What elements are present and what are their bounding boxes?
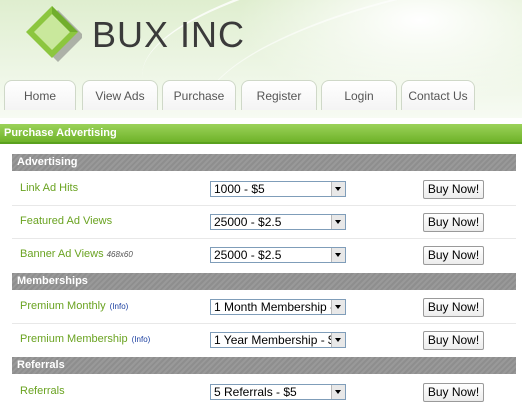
table-row: Referrals 5 Referrals - $5 Buy Now! [12, 376, 516, 409]
table-row: Featured Ad Views 25000 - $2.5 Buy Now! [12, 206, 516, 239]
table-row: Premium Monthly (Info) 1 Month Membershi… [12, 291, 516, 324]
quantity-select[interactable]: 1000 - $5 [210, 181, 346, 197]
row-label: Referrals [20, 385, 65, 397]
buy-now-button[interactable]: Buy Now! [423, 298, 484, 317]
tab-purchase[interactable]: Purchase [162, 80, 236, 110]
quantity-select[interactable]: 1 Year Membership - $18 [210, 332, 346, 348]
group-header-memberships: Memberships [12, 273, 516, 290]
quantity-select[interactable]: 25000 - $2.5 [210, 214, 346, 230]
group-header-advertising: Advertising [12, 154, 516, 171]
chevron-down-icon[interactable] [331, 300, 345, 314]
info-link[interactable]: (Info) [110, 302, 129, 311]
table-row: Link Ad Hits 1000 - $5 Buy Now! [12, 173, 516, 206]
tab-home[interactable]: Home [4, 80, 76, 110]
buy-now-button[interactable]: Buy Now! [423, 246, 484, 265]
chevron-down-icon[interactable] [331, 333, 345, 347]
row-label: Premium Monthly (Info) [20, 300, 129, 312]
chevron-down-icon[interactable] [331, 215, 345, 229]
logo-diamond-icon [26, 6, 82, 62]
chevron-down-icon[interactable] [331, 248, 345, 262]
brand-name[interactable]: BUX INC [92, 14, 245, 56]
buy-now-button[interactable]: Buy Now! [423, 213, 484, 232]
info-link[interactable]: (Info) [132, 335, 151, 344]
row-label: Banner Ad Views 468x60 [20, 248, 133, 260]
quantity-select[interactable]: 5 Referrals - $5 [210, 384, 346, 400]
section-divider [0, 142, 522, 144]
chevron-down-icon[interactable] [331, 385, 345, 399]
tab-login[interactable]: Login [321, 80, 397, 110]
banner-size-note: 468x60 [106, 250, 133, 259]
group-header-referrals: Referrals [12, 357, 516, 374]
tab-view-ads[interactable]: View Ads [82, 80, 158, 110]
row-label: Premium Membership (Info) [20, 333, 151, 345]
table-row: Banner Ad Views 468x60 25000 - $2.5 Buy N… [12, 239, 516, 272]
quantity-select[interactable]: 25000 - $2.5 [210, 247, 346, 263]
row-label: Link Ad Hits [20, 182, 79, 194]
buy-now-button[interactable]: Buy Now! [423, 383, 484, 402]
tab-contact-us[interactable]: Contact Us [401, 80, 475, 110]
main-nav: Home View Ads Purchase Register Login Co… [0, 80, 522, 110]
chevron-down-icon[interactable] [331, 182, 345, 196]
quantity-select[interactable]: 1 Month Membership - $2 [210, 299, 346, 315]
buy-now-button[interactable]: Buy Now! [423, 180, 484, 199]
tab-register[interactable]: Register [241, 80, 317, 110]
buy-now-button[interactable]: Buy Now! [423, 331, 484, 350]
table-row: Premium Membership (Info) 1 Year Members… [12, 324, 516, 357]
row-label: Featured Ad Views [20, 215, 113, 227]
section-title: Purchase Advertising [0, 124, 522, 142]
